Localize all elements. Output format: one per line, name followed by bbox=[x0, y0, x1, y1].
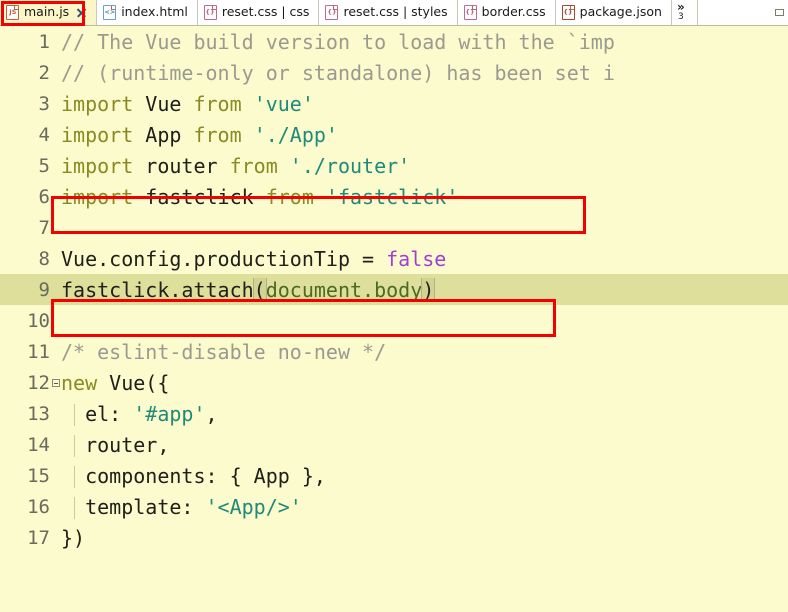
tab-index-html[interactable]: <> index.html bbox=[97, 0, 198, 25]
code-line[interactable]: 2 // (runtime-only or standalone) has be… bbox=[0, 57, 788, 88]
tab-label: package.json bbox=[579, 4, 662, 20]
code-text[interactable]: }) bbox=[61, 526, 788, 550]
code-line[interactable]: 7 bbox=[0, 212, 788, 243]
minimize-icon[interactable] bbox=[775, 9, 784, 16]
tab-label: reset.css | css bbox=[221, 4, 310, 20]
code-line-current[interactable]: 9 fastclick.attach(document.body) bbox=[0, 274, 788, 305]
line-number: 17 bbox=[27, 526, 50, 549]
tab-package-json[interactable]: {} package.json bbox=[555, 0, 672, 25]
line-number: 7 bbox=[38, 216, 50, 239]
code-line[interactable]: 11 /* eslint-disable no-new */ bbox=[0, 336, 788, 367]
code-text[interactable]: import Vue from 'vue' bbox=[61, 92, 788, 116]
indent-guide bbox=[74, 465, 75, 488]
code-line[interactable]: 12 new Vue({ bbox=[0, 367, 788, 398]
line-number: 5 bbox=[38, 154, 50, 177]
code-text[interactable]: // (runtime-only or standalone) has been… bbox=[61, 61, 788, 85]
code-line[interactable]: 1 // The Vue build version to load with … bbox=[0, 26, 788, 57]
code-text[interactable]: import fastclick from 'fastclick' bbox=[61, 185, 788, 209]
code-line[interactable]: 6 import fastclick from 'fastclick' bbox=[0, 181, 788, 212]
code-line[interactable]: 3 import Vue from 'vue' bbox=[0, 88, 788, 119]
line-number: 16 bbox=[27, 495, 50, 518]
line-number: 9 bbox=[38, 278, 50, 301]
tab-bar-filler bbox=[697, 0, 788, 25]
html-file-icon: <> bbox=[103, 5, 117, 20]
indent-guide bbox=[74, 434, 75, 457]
css-file-icon: {} bbox=[325, 5, 339, 20]
code-line[interactable]: 8 Vue.config.productionTip = false bbox=[0, 243, 788, 274]
code-line[interactable]: 16 template: '<App/>' bbox=[0, 491, 788, 522]
code-text[interactable]: fastclick.attach(document.body) bbox=[61, 277, 788, 302]
code-text[interactable]: import App from './App' bbox=[61, 123, 788, 147]
line-number: 2 bbox=[38, 61, 50, 84]
js-file-icon: JS bbox=[6, 5, 19, 20]
line-number: 14 bbox=[27, 433, 50, 456]
code-text[interactable]: /* eslint-disable no-new */ bbox=[61, 340, 788, 364]
tab-label: reset.css | styles bbox=[343, 4, 448, 20]
code-line[interactable]: 17 }) bbox=[0, 522, 788, 553]
json-file-icon: {} bbox=[561, 5, 575, 20]
css-file-icon: {} bbox=[203, 5, 217, 20]
css-file-icon: {} bbox=[463, 5, 477, 20]
line-number: 10 bbox=[27, 309, 50, 332]
code-line[interactable]: 13 el: '#app', bbox=[0, 398, 788, 429]
code-text[interactable]: // The Vue build version to load with th… bbox=[61, 30, 788, 54]
tab-label: main.js bbox=[24, 4, 70, 20]
code-text[interactable]: template: '<App/>' bbox=[61, 495, 788, 519]
code-text[interactable]: components: { App }, bbox=[61, 464, 788, 488]
code-line[interactable]: 15 components: { App }, bbox=[0, 460, 788, 491]
code-text[interactable]: el: '#app', bbox=[61, 402, 788, 426]
code-text[interactable]: Vue.config.productionTip = false bbox=[61, 247, 788, 271]
code-text[interactable]: router, bbox=[61, 433, 788, 457]
line-number: 3 bbox=[38, 92, 50, 115]
line-number: 11 bbox=[27, 340, 50, 363]
tab-overflow-button[interactable]: » 3 bbox=[671, 0, 698, 25]
code-line[interactable]: 14 router, bbox=[0, 429, 788, 460]
tab-reset-css-styles[interactable]: {} reset.css | styles bbox=[319, 0, 458, 25]
editor-tab-bar: JS main.js <> index.html {} reset.css | … bbox=[0, 0, 788, 26]
line-number: 15 bbox=[27, 464, 50, 487]
line-number: 4 bbox=[38, 123, 50, 146]
tab-main-js[interactable]: JS main.js bbox=[0, 0, 98, 25]
tab-overflow-count: 3 bbox=[677, 12, 684, 23]
indent-guide bbox=[74, 496, 75, 519]
code-line[interactable]: 5 import router from './router' bbox=[0, 150, 788, 181]
line-number: 8 bbox=[38, 247, 50, 270]
line-number: 1 bbox=[38, 30, 50, 53]
code-line[interactable]: 4 import App from './App' bbox=[0, 119, 788, 150]
code-editor[interactable]: 1 // The Vue build version to load with … bbox=[0, 26, 788, 612]
tab-reset-css-css[interactable]: {} reset.css | css bbox=[197, 0, 320, 25]
indent-guide bbox=[74, 403, 75, 426]
code-line[interactable]: 10 bbox=[0, 305, 788, 336]
line-number: 6 bbox=[38, 185, 50, 208]
tab-label: index.html bbox=[121, 4, 188, 20]
tab-border-css[interactable]: {} border.css bbox=[457, 0, 556, 25]
code-text[interactable]: import router from './router' bbox=[61, 154, 788, 178]
line-number: 12 bbox=[27, 371, 50, 394]
close-icon[interactable] bbox=[76, 7, 87, 18]
line-number: 13 bbox=[27, 402, 50, 425]
code-text[interactable]: new Vue({ bbox=[61, 371, 788, 395]
tab-label: border.css bbox=[481, 4, 546, 20]
